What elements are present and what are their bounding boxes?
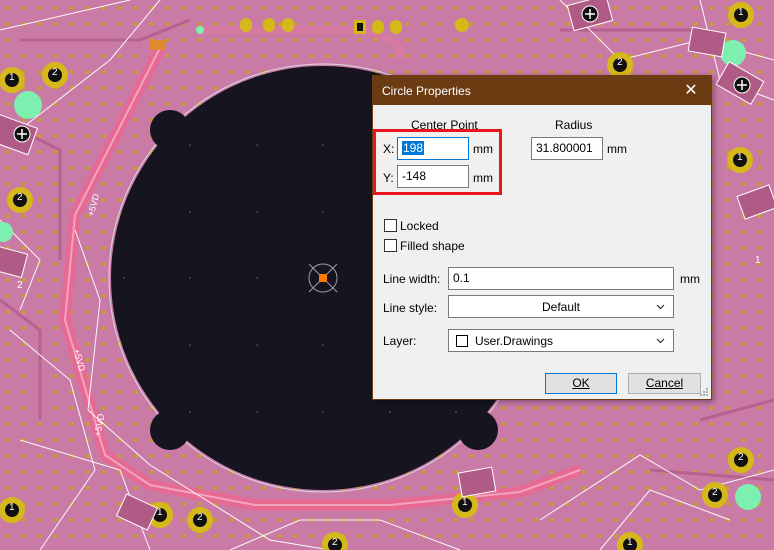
- line-width-label: Line width:: [383, 272, 441, 286]
- line-style-select[interactable]: Default: [448, 295, 674, 318]
- layer-select[interactable]: User.Drawings: [448, 329, 674, 352]
- cancel-button[interactable]: Cancel: [628, 373, 701, 394]
- circle-properties-dialog: Circle Properties ✕ Center Point Radius …: [372, 75, 712, 400]
- filled-shape-label[interactable]: Filled shape: [400, 239, 465, 253]
- dialog-titlebar[interactable]: Circle Properties ✕: [373, 76, 711, 105]
- line-width-field[interactable]: 0.1: [448, 267, 674, 290]
- dialog-title: Circle Properties: [382, 84, 471, 98]
- layer-color-swatch: [456, 335, 468, 347]
- ok-button[interactable]: OK: [545, 373, 617, 394]
- chevron-down-icon: [656, 338, 665, 344]
- radius-value: 31.800001: [536, 141, 593, 155]
- center-point-highlight: [373, 129, 502, 195]
- radius-unit: mm: [607, 142, 627, 156]
- line-width-value: 0.1: [453, 271, 470, 285]
- line-width-unit: mm: [680, 272, 700, 286]
- locked-label[interactable]: Locked: [400, 219, 439, 233]
- locked-checkbox[interactable]: [384, 219, 397, 232]
- resize-grip-icon[interactable]: [699, 387, 709, 397]
- chevron-down-icon: [656, 304, 665, 310]
- line-style-value: Default: [541, 300, 581, 314]
- radius-label: Radius: [555, 118, 593, 132]
- layer-label: Layer:: [383, 334, 417, 348]
- filled-shape-checkbox[interactable]: [384, 239, 397, 252]
- layer-value: User.Drawings: [475, 334, 554, 348]
- close-icon[interactable]: ✕: [671, 76, 711, 105]
- radius-field[interactable]: 31.800001: [531, 137, 603, 160]
- line-style-label: Line style:: [383, 301, 438, 315]
